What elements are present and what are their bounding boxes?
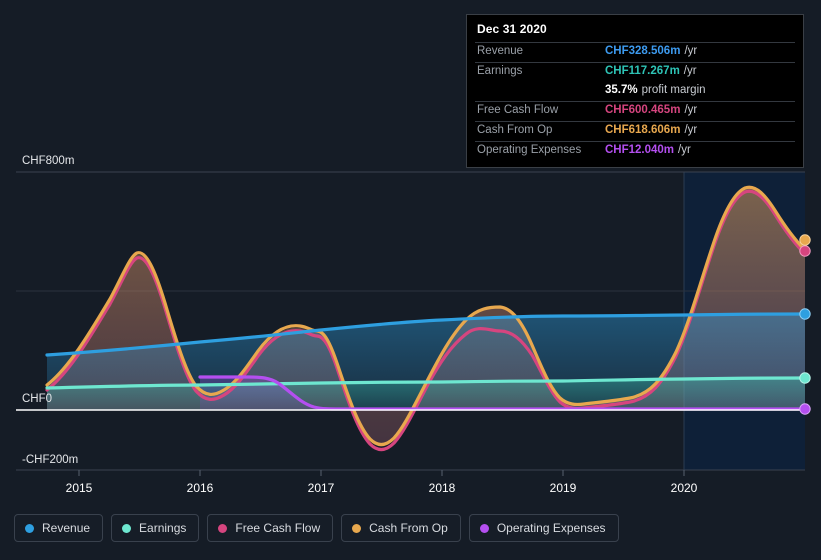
- y-axis-label-neg200: -CHF200m: [22, 454, 79, 466]
- tooltip-unit-revenue: /yr: [684, 45, 698, 57]
- tooltip-label-free-cash-flow: Free Cash Flow: [477, 104, 559, 116]
- chart-legend: Revenue Earnings Free Cash Flow Cash Fro…: [14, 514, 619, 542]
- tooltip-value-cash-from-op: CHF618.606m: [605, 124, 681, 136]
- legend-item-revenue[interactable]: Revenue: [14, 514, 104, 542]
- tooltip-value-revenue: CHF328.506m: [605, 45, 681, 57]
- x-axis-label-2015: 2015: [65, 481, 93, 495]
- x-axis-label-2018: 2018: [428, 481, 456, 495]
- tooltip-unit-earnings: /yr: [683, 65, 697, 77]
- tooltip-row-revenue: Revenue CHF328.506m /yr: [475, 42, 795, 62]
- x-axis-label-2017: 2017: [307, 481, 335, 495]
- legend-dot-earnings-icon: [122, 523, 132, 533]
- x-axis-label-2016: 2016: [186, 481, 214, 495]
- tooltip-value-earnings: CHF117.267m: [605, 65, 680, 77]
- legend-label-cash-from-op: Cash From Op: [369, 521, 448, 535]
- legend-label-revenue: Revenue: [42, 521, 91, 535]
- endpoint-revenue[interactable]: [799, 308, 811, 320]
- legend-dot-cash-from-op-icon: [352, 523, 362, 533]
- x-axis-label-2020: 2020: [670, 481, 698, 495]
- tooltip-unit-free-cash-flow: /yr: [684, 104, 698, 116]
- tooltip-text-profit-margin: profit margin: [641, 84, 706, 96]
- tooltip-row-cash-from-op: Cash From Op CHF618.606m /yr: [475, 121, 795, 141]
- legend-dot-operating-expenses-icon: [479, 523, 489, 533]
- endpoint-free-cash-flow[interactable]: [799, 245, 811, 257]
- y-axis-label-800: CHF800m: [22, 155, 75, 167]
- legend-item-cash-from-op[interactable]: Cash From Op: [341, 514, 461, 542]
- tooltip-row-free-cash-flow: Free Cash Flow CHF600.465m /yr: [475, 101, 795, 121]
- tooltip-unit-cash-from-op: /yr: [684, 124, 698, 136]
- endpoint-cash-from-op[interactable]: [799, 234, 811, 246]
- legend-dot-free-cash-flow-icon: [218, 523, 228, 533]
- x-axis-label-2019: 2019: [549, 481, 577, 495]
- financial-chart: CHF800m CHF0 -CHF200m 2015 2016 2017 201…: [0, 0, 821, 560]
- legend-item-earnings[interactable]: Earnings: [111, 514, 200, 542]
- legend-label-free-cash-flow: Free Cash Flow: [235, 521, 321, 535]
- tooltip-row-operating-expenses: Operating Expenses CHF12.040m /yr: [475, 141, 795, 161]
- legend-dot-revenue-icon: [25, 523, 34, 533]
- y-axis-label-0: CHF0: [22, 393, 53, 405]
- data-tooltip: Dec 31 2020 Revenue CHF328.506m /yr Earn…: [466, 14, 804, 168]
- tooltip-row-profit-margin: 35.7% profit margin: [475, 82, 795, 101]
- endpoint-operating-expenses[interactable]: [799, 403, 811, 415]
- tooltip-label-earnings: Earnings: [477, 65, 523, 77]
- tooltip-label-operating-expenses: Operating Expenses: [477, 144, 582, 156]
- tooltip-value-free-cash-flow: CHF600.465m: [605, 104, 681, 116]
- legend-label-operating-expenses: Operating Expenses: [496, 521, 606, 535]
- tooltip-value-profit-margin: 35.7%: [605, 84, 638, 96]
- legend-item-operating-expenses[interactable]: Operating Expenses: [468, 514, 619, 542]
- legend-label-earnings: Earnings: [139, 521, 187, 535]
- tooltip-unit-operating-expenses: /yr: [678, 144, 691, 156]
- tooltip-date: Dec 31 2020: [477, 22, 547, 36]
- endpoint-earnings[interactable]: [799, 372, 811, 384]
- tooltip-label-cash-from-op: Cash From Op: [477, 124, 553, 136]
- tooltip-label-revenue: Revenue: [477, 45, 524, 57]
- tooltip-value-operating-expenses: CHF12.040m: [605, 144, 675, 156]
- legend-item-free-cash-flow[interactable]: Free Cash Flow: [207, 514, 334, 542]
- tooltip-row-earnings: Earnings CHF117.267m /yr: [475, 62, 795, 82]
